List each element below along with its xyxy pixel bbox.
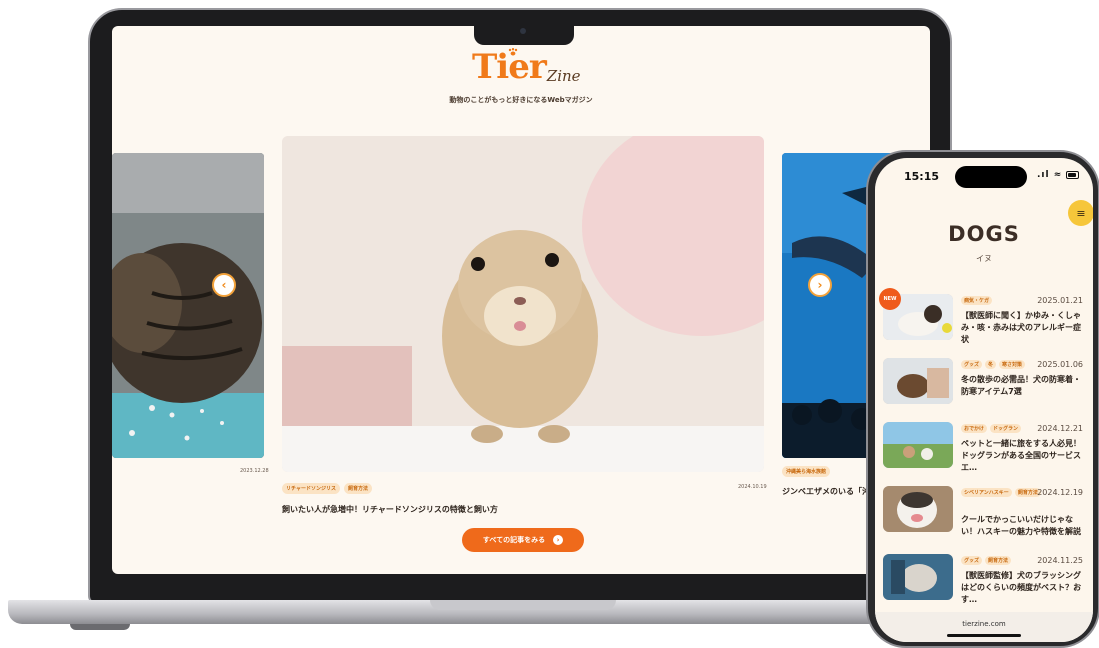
tag[interactable]: シベリアンハスキー: [961, 488, 1012, 497]
laptop-screen: Tier Zine 動物のことがもっと好きになるWebマガジン 2023.12.…: [112, 26, 930, 574]
slide-next-tags: 沖縄美ら海水族館: [782, 466, 831, 477]
carousel-slide-current[interactable]: [282, 136, 764, 472]
chevron-left-icon: ‹: [221, 278, 227, 292]
tag[interactable]: グッズ: [961, 360, 983, 369]
tag[interactable]: 寒さ対策: [999, 360, 1026, 369]
browser-url[interactable]: tierzine.com: [875, 620, 1093, 628]
arrow-right-icon: ›: [553, 535, 564, 545]
logo-sub: Zine: [546, 67, 581, 85]
site-tagline: 動物のことがもっと好きになるWebマガジン: [449, 96, 593, 104]
list-item[interactable]: グッズ 飼育方法 2024.11.25 【獣医師監修】犬のブラッシングはどのくら…: [883, 554, 1087, 616]
status-time: 15:15: [904, 170, 940, 183]
home-indicator[interactable]: [947, 634, 1021, 637]
dynamic-island: [955, 166, 1027, 188]
carousel-slide-prev[interactable]: [112, 153, 264, 458]
article-date: 2024.11.25: [1037, 556, 1083, 565]
slide-current-tags: リチャードソンジリス 飼育方法: [282, 483, 372, 494]
article-title: 【獣医師に聞く】かゆみ・くしゃみ・咳・赤みは犬のアレルギー症状: [961, 311, 1081, 344]
signal-wifi-icon: .ıl ≈: [1037, 170, 1063, 180]
cat-photo: [112, 153, 264, 458]
camera-icon: [520, 28, 526, 34]
article-title: 冬の散歩の必需品！犬の防寒着・防寒アイテム7選: [961, 375, 1081, 396]
see-all-label: すべての記事をみる: [482, 536, 546, 544]
article-thumbnail: [883, 554, 953, 600]
category-heading: DOGS: [948, 222, 1020, 246]
article-title: クールでかっこいいだけじゃない！ハスキーの魅力や特徴を解説: [961, 515, 1081, 536]
category-subheading: イヌ: [976, 254, 992, 263]
article-tags: グッズ 飼育方法: [961, 556, 1041, 565]
article-tags: グッズ 冬 寒さ対策: [961, 360, 1041, 369]
slide-next-title[interactable]: ジンベエザメのいる「沖: [782, 486, 870, 497]
slide-current-title[interactable]: 飼いたい人が急増中！リチャードソンジリスの特徴と飼い方: [282, 504, 498, 515]
see-all-articles-button[interactable]: すべての記事をみる ›: [462, 528, 584, 552]
article-tags: シベリアンハスキー 飼育方法: [961, 488, 1041, 497]
article-date: 2025.01.21: [1037, 296, 1083, 305]
list-item[interactable]: グッズ 冬 寒さ対策 2025.01.06 冬の散歩の必需品！犬の防寒着・防寒ア…: [883, 358, 1087, 420]
article-title: 【獣医師監修】犬のブラッシングはどのくらいの頻度がベスト？おす…: [961, 571, 1082, 604]
article-tags: 病気・ケガ: [961, 296, 1041, 305]
squirrel-photo: [282, 136, 764, 472]
article-thumbnail: [883, 358, 953, 404]
tag[interactable]: ドッグラン: [990, 424, 1022, 433]
article-title: ペットと一緒に旅をする人必見！ドッグランがある全国のサービスエ…: [961, 439, 1081, 472]
tag[interactable]: おでかけ: [961, 424, 988, 433]
article-date: 2024.12.19: [1037, 488, 1083, 497]
carousel-prev-button[interactable]: ‹: [212, 273, 236, 297]
menu-search-icon: ≡: [1076, 206, 1086, 220]
tag[interactable]: 沖縄美ら海水族館: [782, 466, 831, 477]
article-date: 2025.01.06: [1037, 360, 1083, 369]
laptop-notch: [474, 24, 574, 45]
slide-current-date: 2024.10.19: [738, 484, 767, 490]
tag[interactable]: リチャードソンジリス: [282, 483, 340, 494]
new-badge: NEW: [879, 288, 901, 310]
list-item[interactable]: おでかけ ドッグラン 2024.12.21 ペットと一緒に旅をする人必見！ドッグ…: [883, 422, 1087, 484]
article-date: 2024.12.21: [1037, 424, 1083, 433]
device-mockup: Tier Zine 動物のことがもっと好きになるWebマガジン 2023.12.…: [0, 0, 1099, 648]
article-thumbnail: [883, 486, 953, 532]
laptop-foot: [70, 624, 130, 630]
phone-screen: 15:15 .ıl ≈ ≡ DOGS イヌ NEW 病気・ケガ 2025.01.…: [875, 158, 1093, 642]
paw-icon: [508, 48, 518, 56]
site-logo[interactable]: Tier Zine: [472, 50, 581, 84]
laptop-trackpad-notch: [430, 600, 616, 610]
list-item[interactable]: シベリアンハスキー 飼育方法 2024.12.19 クールでかっこいいだけじゃな…: [883, 486, 1087, 548]
article-tags: おでかけ ドッグラン: [961, 424, 1041, 433]
tag[interactable]: 病気・ケガ: [961, 296, 993, 305]
tag[interactable]: 飼育方法: [343, 483, 372, 494]
carousel-next-button[interactable]: ›: [808, 273, 832, 297]
article-thumbnail: [883, 422, 953, 468]
list-item[interactable]: NEW 病気・ケガ 2025.01.21 【獣医師に聞く】かゆみ・くしゃみ・咳・…: [879, 288, 1087, 356]
tag[interactable]: 飼育方法: [985, 556, 1012, 565]
tag[interactable]: 冬: [985, 360, 997, 369]
slide-prev-date: 2023.12.28: [240, 468, 269, 474]
chevron-right-icon: ›: [817, 278, 823, 292]
battery-icon: [1066, 171, 1079, 179]
tag[interactable]: グッズ: [961, 556, 983, 565]
